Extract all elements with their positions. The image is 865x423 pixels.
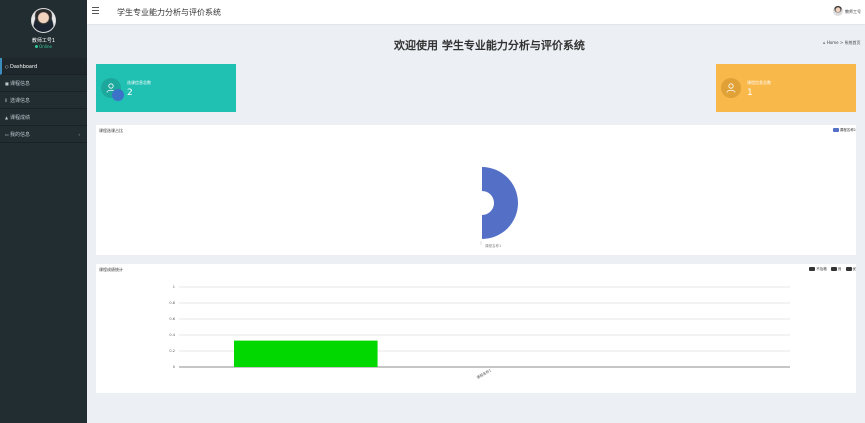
sidebar-item-label: 课程信息 [10, 81, 31, 87]
legend-label: 不及格 [816, 267, 827, 271]
breadcrumb: ⌂ Home > 系统首页 [823, 40, 865, 46]
grades-icon: ▲ [5, 115, 9, 120]
sidebar-item-course-info[interactable]: ■课程信息 [0, 75, 87, 92]
online-dot-icon [35, 45, 39, 48]
y-tick-label: 0.4 [169, 333, 175, 337]
system-title: 学生专业能力分析与评价系统 [117, 8, 221, 17]
profile-icon: ▭ [5, 132, 9, 137]
legend-swatch [845, 267, 852, 271]
bar-chart: 0 0.2 0.4 0.6 0.8 1 课程名称1 [169, 285, 790, 380]
y-tick-label: 0.8 [169, 301, 175, 305]
pie-legend[interactable]: 课程名称1 [830, 128, 856, 133]
sidebar-item-grades[interactable]: ▲ 课程成绩 [0, 109, 87, 126]
chevron-left-icon: ‹ [78, 132, 80, 137]
avatar [31, 8, 56, 33]
course-icon: ■ [5, 81, 9, 86]
stat-card-enrollment-total: 选课信息总数 2 [96, 64, 236, 112]
sidebar-item-label: 课程成绩 [10, 115, 31, 121]
y-tick-label: 0.2 [169, 349, 175, 353]
user-name: 教师工号1 [31, 38, 56, 44]
stat-value: 1 [747, 88, 753, 98]
pie-slice[interactable] [482, 167, 518, 239]
menu-toggle-icon[interactable] [92, 7, 99, 14]
home-icon: ⌂ [823, 40, 826, 45]
sidebar-item-enrollment[interactable]: Ⅱ 选课信息 [0, 92, 87, 109]
bar-chart-panel: 课程成绩统计 不及格 良 优 0 0.2 0.4 0.6 0.8 1 课程名称1 [96, 264, 856, 393]
sidebar-menu: ○ Dashboard ■课程信息 Ⅱ 选课信息 ▲ 课程成绩 ▭我的信息 ‹ [0, 58, 87, 143]
bar[interactable] [233, 340, 378, 367]
sidebar-item-my-info[interactable]: ▭我的信息 ‹ [0, 126, 87, 143]
top-header: 学生专业能力分析与评价系统 教师工号 [87, 0, 865, 24]
sidebar-item-label: Dashboard [10, 64, 38, 70]
legend-label: 课程名称1 [839, 128, 856, 132]
user-icon [721, 78, 741, 98]
stat-value: 2 [127, 88, 133, 98]
sidebar-item-dashboard[interactable]: ○ Dashboard [0, 58, 87, 75]
badge-icon [112, 89, 124, 101]
header-avatar[interactable] [833, 6, 843, 16]
dashboard-icon: ○ [5, 64, 9, 69]
bar-chart-title: 课程成绩统计 [99, 267, 123, 272]
pie-chart-title: 课程选课占比 [99, 128, 123, 133]
page-title: 欢迎使用 学生专业能力分析与评价系统 [394, 39, 585, 52]
y-tick-label: 0 [173, 365, 175, 369]
legend-swatch [809, 267, 816, 271]
stat-label: 课程信息总数 [747, 80, 771, 85]
pie-slice-label: 课程名称1 [485, 243, 501, 248]
sidebar-item-label: 选课信息 [10, 98, 31, 104]
legend-swatch [830, 267, 837, 271]
legend-label: 良 [837, 267, 842, 271]
enrollment-icon: Ⅱ [5, 98, 7, 103]
user-status-label: Online [39, 44, 52, 49]
x-tick-label: 课程名称1 [475, 367, 492, 379]
user-status: Online [0, 44, 87, 49]
header-user-name[interactable]: 教师工号 [845, 9, 865, 15]
sidebar: 教师工号1 Online ○ Dashboard ■课程信息 Ⅱ 选课信息 ▲ 课程成… [0, 0, 87, 423]
y-tick-label: 0.6 [169, 317, 175, 321]
stat-card-course-total: 课程信息总数 1 [716, 64, 856, 112]
legend-label: 优 [852, 267, 857, 271]
sidebar-item-label: 我的信息 [10, 132, 31, 138]
stat-label: 选课信息总数 [127, 80, 151, 85]
legend-swatch [832, 128, 839, 132]
pie-chart: 课程名称1 [480, 167, 518, 248]
bar-legend[interactable]: 不及格 良 优 [806, 267, 856, 272]
pie-chart-panel: 课程选课占比 课程名称1 课程名称1 [96, 125, 856, 255]
y-tick-label: 1 [173, 285, 175, 289]
user-panel: 教师工号1 Online [0, 0, 87, 58]
breadcrumb-text[interactable]: Home > 系统首页 [827, 40, 861, 45]
